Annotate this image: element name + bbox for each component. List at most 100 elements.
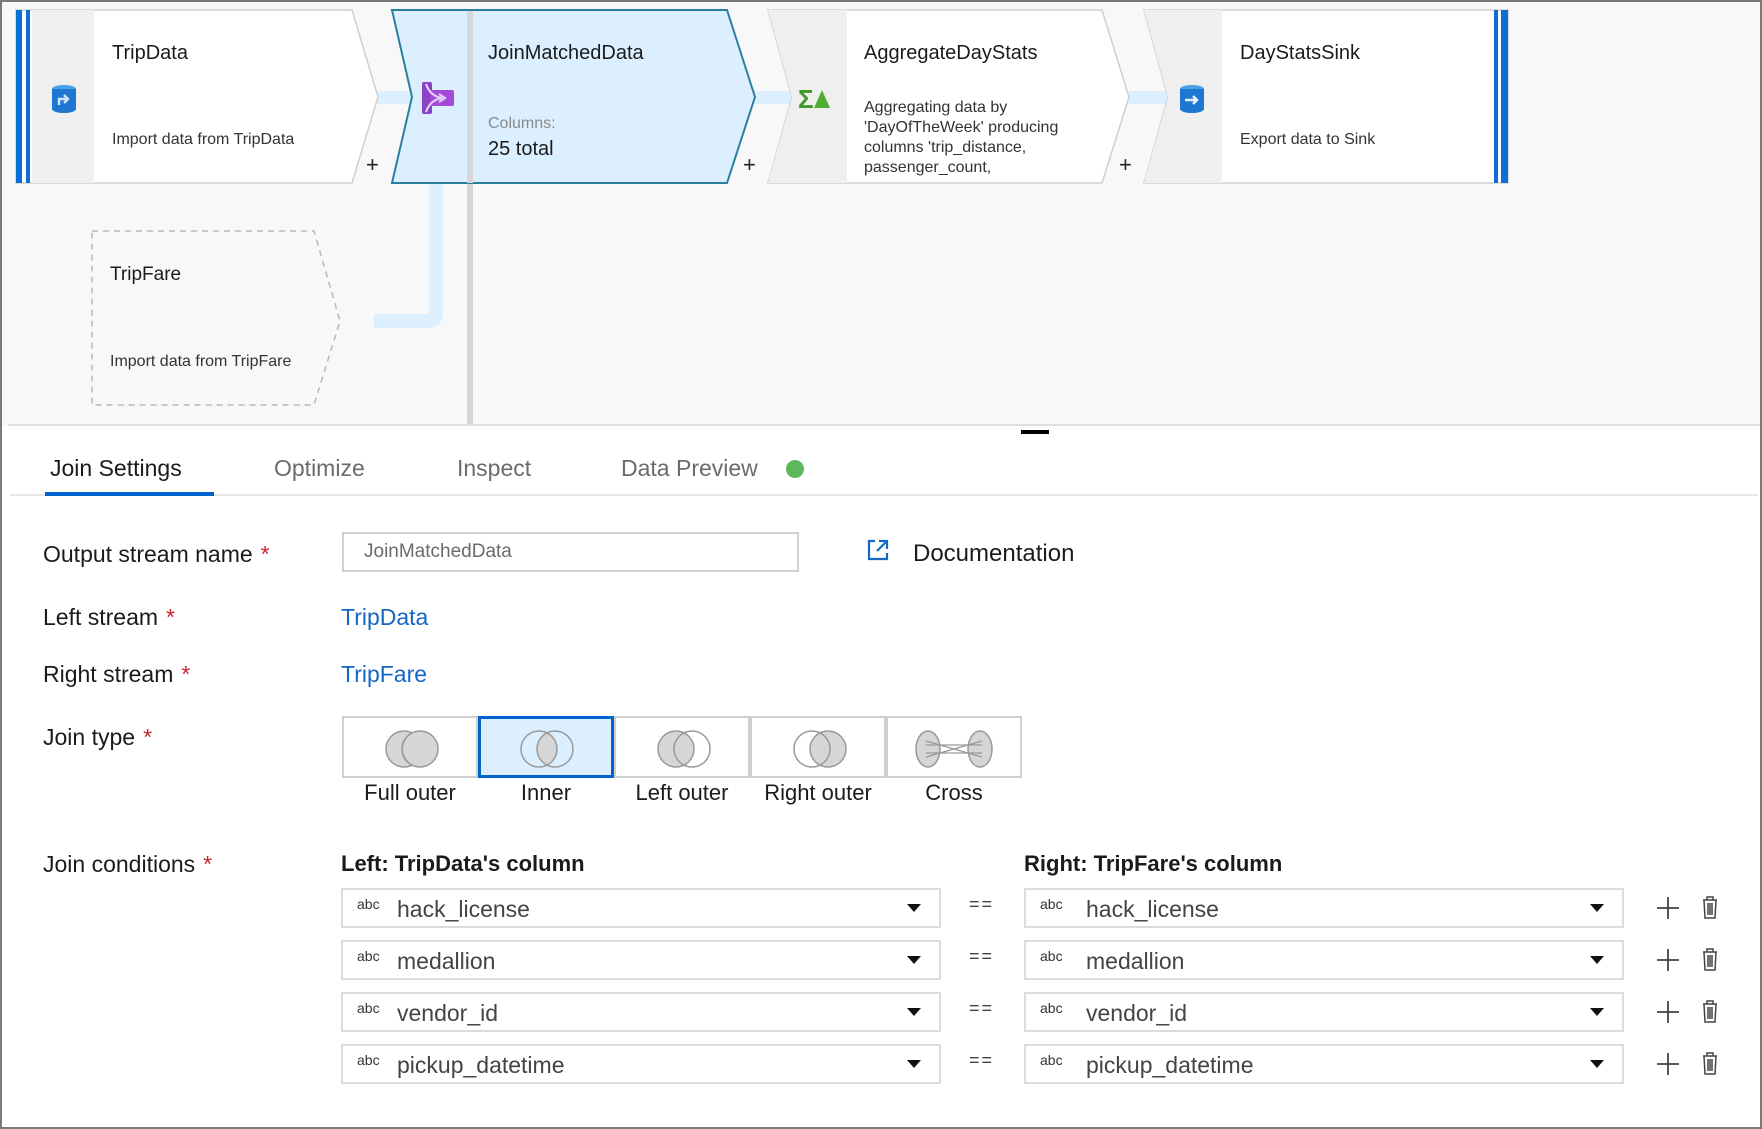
source-database-icon [52,85,76,113]
node-columns-label: Columns: [488,115,556,132]
chevron-down-icon [907,1060,921,1068]
join-type-full-outer[interactable] [342,716,478,778]
right-column-value: medallion [1086,948,1185,974]
join-type-inner[interactable] [478,716,614,778]
equals-operator: == [969,946,995,966]
dataflow-canvas[interactable]: Σ TripData Import data from TripData Joi… [2,2,1760,426]
connector-tripfare-join [374,184,443,328]
node-description: Export data to Sink [1240,131,1376,148]
join-type-label-text: Inner [520,780,572,805]
join-type-label-text: Right outer [764,780,872,805]
tab-join-settings[interactable]: Join Settings [50,455,182,482]
right-column-value: vendor_id [1086,1000,1188,1026]
settings-tabs: Join Settings Optimize Inspect Data Prev… [10,445,1758,496]
left-column-value: pickup_datetime [397,1052,565,1078]
node-title: TripData [112,42,188,64]
string-type-icon: abc [1040,1052,1063,1068]
delete-condition-icon[interactable] [1700,998,1720,1024]
string-type-icon: abc [357,1000,380,1016]
chevron-down-icon [1590,956,1604,964]
output-stream-label: Output stream name * [43,541,270,567]
documentation-link[interactable]: Documentation [913,540,1074,568]
string-type-icon: abc [357,896,380,912]
left-outer-venn-icon [657,730,711,768]
right-stream-label: Right stream * [43,661,191,687]
aggregate-icon: Σ [798,84,830,115]
node-title: AggregateDayStats [864,42,1038,64]
join-type-label-text: Left outer [635,780,729,805]
add-condition-icon[interactable] [1656,896,1680,920]
chevron-down-icon [1590,1008,1604,1016]
inner-venn-icon [520,730,574,768]
left-column-select-1[interactable]: abc medallion [341,940,941,980]
output-stream-input[interactable] [342,532,799,572]
right-outer-venn-icon [793,730,847,768]
add-transform-button[interactable]: + [366,152,379,178]
tab-optimize[interactable]: Optimize [274,455,365,482]
left-stream-link[interactable]: TripData [341,604,428,631]
chevron-down-icon [1590,1060,1604,1068]
left-stream-label: Left stream * [43,604,175,630]
join-type-right-outer[interactable] [750,716,886,778]
right-column-header: Right: TripFare's column [1024,851,1283,876]
join-column-divider [467,184,473,426]
join-type-label-text: Cross [925,780,983,805]
node-description: Aggregating data by 'DayOfTheWeek' produ… [864,99,1059,176]
right-column-select-3[interactable]: abc pickup_datetime [1024,1044,1624,1084]
delete-condition-icon[interactable] [1700,894,1720,920]
left-column-value: hack_license [397,896,530,922]
add-condition-icon[interactable] [1656,1000,1680,1024]
delete-condition-icon[interactable] [1700,1050,1720,1076]
node-description: Import data from TripFare [110,353,292,370]
resize-handle[interactable] [1021,430,1049,434]
add-condition-icon[interactable] [1656,948,1680,972]
chevron-down-icon [907,956,921,964]
add-transform-button[interactable]: + [1119,152,1132,178]
string-type-icon: abc [357,948,380,964]
left-column-select-2[interactable]: abc vendor_id [341,992,941,1032]
chevron-down-icon [1590,904,1604,912]
chevron-down-icon [907,1008,921,1016]
external-link-icon[interactable] [866,538,890,562]
equals-operator: == [969,894,995,914]
right-column-select-2[interactable]: abc vendor_id [1024,992,1624,1032]
delete-condition-icon[interactable] [1700,946,1720,972]
node-description: Import data from TripData [112,131,295,148]
left-column-value: vendor_id [397,1000,499,1026]
join-icon [422,82,454,114]
left-column-value: medallion [397,948,496,974]
cross-join-icon [915,730,993,768]
equals-operator: == [969,1050,995,1070]
equals-operator: == [969,998,995,1018]
string-type-icon: abc [1040,896,1063,912]
left-column-header: Left: TripData's column [341,851,585,876]
panel-splitter [8,424,1760,426]
chevron-down-icon [907,904,921,912]
join-conditions-label: Join conditions * [43,851,213,877]
tab-data-preview[interactable]: Data Preview [621,455,758,482]
active-tab-indicator [45,492,214,496]
node-title: TripFare [110,264,182,285]
join-type-left-outer[interactable] [614,716,750,778]
string-type-icon: abc [1040,1000,1063,1016]
string-type-icon: abc [1040,948,1063,964]
add-condition-icon[interactable] [1656,1052,1680,1076]
sink-database-icon [1180,85,1204,113]
right-column-value: pickup_datetime [1086,1052,1254,1078]
join-type-cross[interactable] [886,716,1022,778]
right-column-select-0[interactable]: abc hack_license [1024,888,1624,928]
add-transform-button[interactable]: + [743,152,756,178]
left-column-select-3[interactable]: abc pickup_datetime [341,1044,941,1084]
join-type-label-text: Full outer [364,780,456,805]
node-tripfare[interactable] [91,230,341,406]
node-title: JoinMatchedData [488,42,644,64]
string-type-icon: abc [357,1052,380,1068]
right-stream-link[interactable]: TripFare [341,661,427,688]
right-column-select-1[interactable]: abc medallion [1024,940,1624,980]
tab-inspect[interactable]: Inspect [457,455,531,482]
status-dot-icon [786,460,804,478]
node-columns-value: 25 total [488,138,554,160]
left-column-select-0[interactable]: abc hack_license [341,888,941,928]
node-title: DayStatsSink [1240,42,1361,64]
right-column-value: hack_license [1086,896,1219,922]
